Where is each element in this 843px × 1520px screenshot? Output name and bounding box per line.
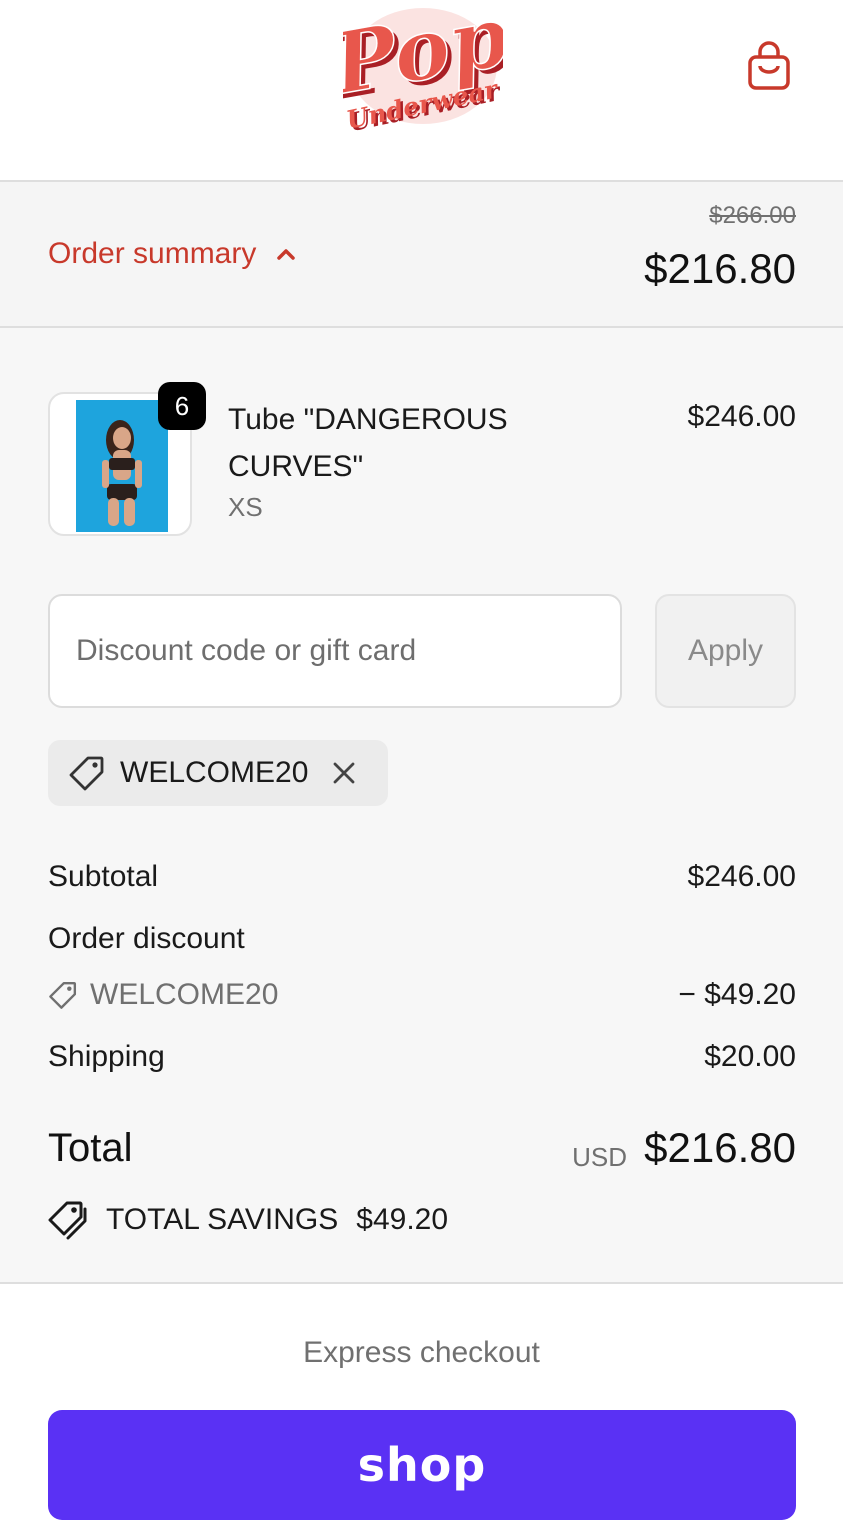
order-summary-toggle[interactable]: Order summary <box>48 232 296 276</box>
chevron-up-icon <box>277 249 296 260</box>
total-savings-label: TOTAL SAVINGS <box>106 1203 339 1236</box>
total-currency: USD <box>572 1142 627 1172</box>
express-checkout-title: Express checkout <box>303 1336 540 1369</box>
shop-pay-button[interactable]: shop <box>48 1410 796 1520</box>
shipping-value: $20.00 <box>704 1040 796 1073</box>
tag-icon <box>69 756 104 791</box>
product-name: Tube "DANGEROUS CURVES" <box>228 403 508 483</box>
quantity-badge: 6 <box>158 382 206 430</box>
original-total: $266.00 <box>709 202 796 229</box>
summary-total: $216.80 <box>644 245 796 292</box>
remove-discount-button[interactable] <box>332 761 356 785</box>
cart-button[interactable] <box>740 38 798 94</box>
pop-underwear-logo: Pop Pop Underwear Underwear <box>343 0 503 132</box>
order-discount-value: − $49.20 <box>678 978 796 1011</box>
brand-logo[interactable]: Pop Pop Underwear Underwear <box>343 0 503 132</box>
applied-discount-code: WELCOME20 <box>120 756 309 789</box>
apply-discount-button[interactable]: Apply <box>655 594 796 708</box>
order-discount-code-text: WELCOME20 <box>90 978 279 1011</box>
tag-icon <box>49 981 77 1009</box>
close-icon <box>333 762 355 784</box>
shopping-bag-icon <box>748 41 790 90</box>
total-label: Total <box>48 1126 133 1170</box>
subtotal-value: $246.00 <box>687 860 796 893</box>
order-discount-code: WELCOME20 <box>48 978 278 1012</box>
total-savings-value: $49.20 <box>356 1203 449 1236</box>
total-value: $216.80 <box>644 1124 796 1171</box>
subtotal-label: Subtotal <box>48 860 159 893</box>
product-price: $246.00 <box>687 400 796 433</box>
shop-pay-logo: shop <box>357 1438 487 1492</box>
applied-discount-chip: WELCOME20 <box>48 740 388 806</box>
order-discount-label: Order discount <box>48 922 245 955</box>
order-summary-label: Order summary <box>48 237 257 270</box>
total-savings: TOTAL SAVINGS $49.20 <box>48 1200 448 1240</box>
shipping-label: Shipping <box>48 1040 165 1073</box>
product-image <box>76 400 168 532</box>
product-variant: XS <box>228 492 263 522</box>
discount-code-input[interactable] <box>48 594 622 708</box>
site-header: Pop Pop Underwear Underwear <box>0 0 843 182</box>
tags-icon <box>48 1201 87 1240</box>
